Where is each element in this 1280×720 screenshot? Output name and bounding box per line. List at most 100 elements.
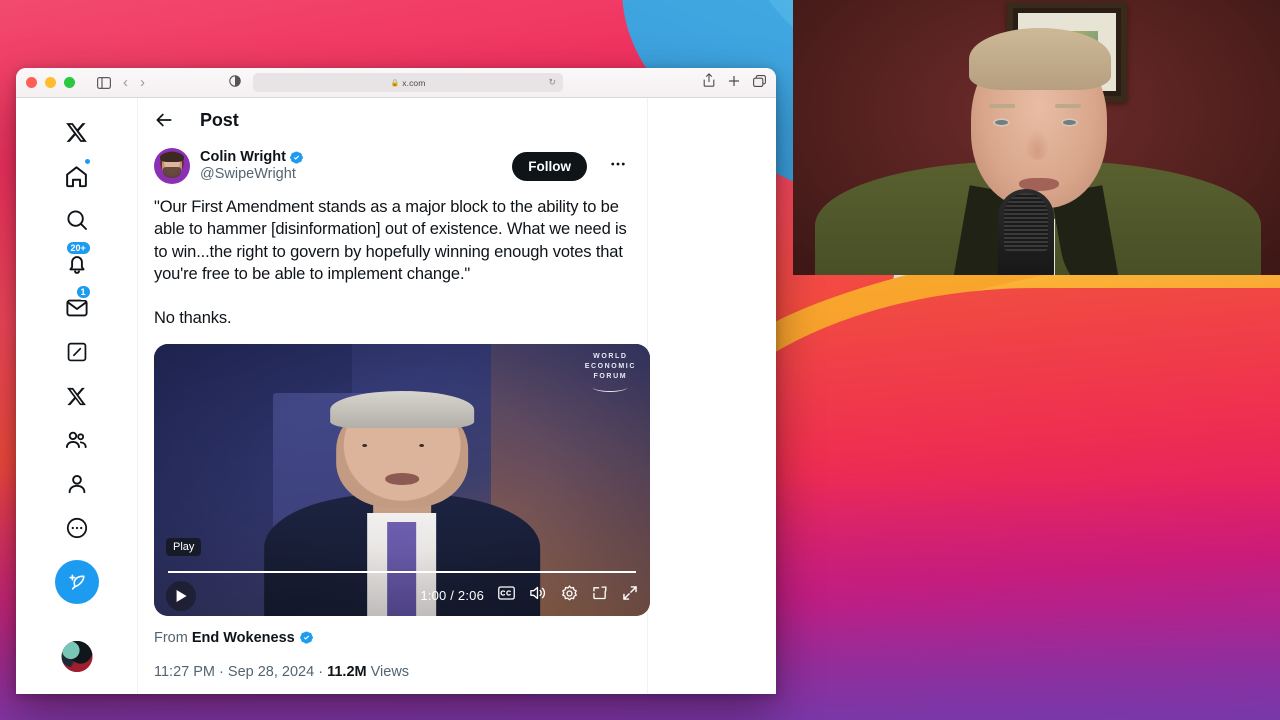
- sidebar-item-home[interactable]: [55, 154, 99, 198]
- play-icon: [176, 589, 187, 602]
- page-title: Post: [200, 109, 239, 130]
- sidebar-item-grok[interactable]: [55, 330, 99, 374]
- fullscreen-icon: [623, 586, 637, 600]
- speaker-eye-left: [993, 118, 1010, 127]
- more-horizontal-icon: [611, 162, 625, 165]
- grok-icon: [67, 342, 86, 362]
- zoom-window-button[interactable]: [64, 77, 75, 88]
- compose-feather-icon: [69, 573, 85, 590]
- views-label: Views: [370, 663, 410, 680]
- settings-gear-icon: [562, 585, 577, 601]
- video-play-button[interactable]: [166, 580, 196, 611]
- avatar-art: [61, 641, 92, 672]
- browser-back-icon[interactable]: ‹: [123, 75, 128, 90]
- sidebar-item-communities[interactable]: [55, 418, 99, 462]
- volume-icon: [530, 586, 546, 600]
- browser-toolbar: ‹ › 🔒 x.com ↻: [16, 68, 776, 98]
- post-more-button[interactable]: [605, 151, 631, 182]
- from-verified-badge-icon: [299, 631, 313, 644]
- meta-sep-1: ·: [219, 663, 224, 680]
- author-name-row: Colin Wright: [200, 149, 304, 166]
- verified-badge-icon: [289, 151, 303, 164]
- wef-line-3: FORUM: [593, 372, 628, 380]
- address-bar[interactable]: 🔒 x.com ↻: [253, 73, 563, 92]
- post-date: Sep 28, 2024: [227, 663, 315, 680]
- x-right-rail: [648, 98, 776, 694]
- author-avatar[interactable]: [154, 148, 190, 184]
- picture-in-picture-icon: [593, 586, 607, 600]
- messages-badge: 1: [74, 284, 92, 301]
- wef-arc-icon: [593, 383, 628, 393]
- sidebar-item-more[interactable]: [55, 506, 99, 550]
- back-button[interactable]: [154, 110, 174, 130]
- home-unread-dot: [83, 158, 91, 165]
- author-handle[interactable]: @SwipeWright: [200, 166, 304, 183]
- sidebar-toggle-icon[interactable]: [97, 76, 111, 89]
- minimize-window-button[interactable]: [45, 77, 56, 88]
- follow-button[interactable]: Follow: [512, 151, 587, 181]
- closed-captions-icon: [498, 586, 515, 600]
- post-metadata: 11:27 PM · Sep 28, 2024 · 11.2M Views: [154, 646, 631, 680]
- post-source-row: From End Wokeness: [154, 616, 631, 646]
- speaker-brow-left: [989, 104, 1015, 108]
- new-tab-icon[interactable]: [728, 74, 740, 92]
- wef-line-2: ECONOMIC: [584, 362, 636, 370]
- post-author-row: Colin Wright @SwipeWright Follow: [154, 142, 631, 186]
- video-controls: 1:00 / 2:06: [154, 576, 650, 616]
- sidebar-item-notifications[interactable]: 20+: [55, 240, 99, 286]
- post-column: Post Colin Wright @SwipeWright Follow "O…: [138, 98, 650, 694]
- author-display-name[interactable]: Colin Wright: [200, 149, 286, 166]
- browser-forward-icon[interactable]: ›: [140, 75, 145, 90]
- reload-icon[interactable]: ↻: [548, 77, 556, 88]
- sidebar-item-profile[interactable]: [55, 462, 99, 506]
- wef-watermark: WORLD ECONOMIC FORUM: [584, 352, 636, 393]
- communities-icon: [65, 431, 87, 448]
- close-window-button[interactable]: [26, 77, 37, 88]
- post-time: 11:27 PM: [154, 663, 215, 680]
- account-avatar[interactable]: [61, 641, 92, 672]
- video-captions-button[interactable]: [498, 586, 515, 605]
- speaker-eye-right: [1061, 118, 1078, 127]
- microphone-mesh: [1004, 193, 1048, 251]
- avatar-beard: [163, 166, 181, 179]
- sidebar-item-x-logo[interactable]: [55, 110, 99, 154]
- microphone: [998, 189, 1054, 275]
- from-account-name[interactable]: End Wokeness: [192, 630, 295, 646]
- lock-icon: 🔒: [390, 79, 400, 87]
- post-video-player[interactable]: WORLD ECONOMIC FORUM Play 1:00 / 2:06: [154, 343, 650, 616]
- x-sidebar-nav: 20+ 1: [16, 98, 138, 694]
- x-premium-icon: [67, 387, 86, 405]
- back-arrow-icon: [156, 113, 172, 127]
- search-icon: [66, 210, 87, 230]
- speaker-brow-right: [1055, 104, 1081, 108]
- webcam-overlay: [793, 0, 1280, 275]
- sidebar-item-premium[interactable]: [55, 374, 99, 418]
- post-body: Colin Wright @SwipeWright Follow "Our Fi…: [138, 142, 650, 694]
- tab-overview-icon[interactable]: [753, 74, 766, 92]
- window-traffic-lights[interactable]: [26, 77, 75, 88]
- video-settings-button[interactable]: [561, 585, 578, 607]
- post-header: Post: [138, 98, 647, 142]
- post-text: "Our First Amendment stands as a major b…: [154, 198, 627, 328]
- sidebar-item-explore[interactable]: [55, 198, 99, 242]
- x-logo-icon: [66, 122, 87, 142]
- page-settings-icon[interactable]: [229, 74, 241, 92]
- profile-icon: [68, 474, 85, 494]
- play-tooltip: Play: [166, 537, 202, 556]
- sidebar-item-messages[interactable]: 1: [55, 284, 99, 330]
- meta-sep-2: ·: [318, 663, 324, 680]
- speaker-hair: [969, 28, 1111, 90]
- compose-post-button[interactable]: [54, 560, 99, 604]
- views-count: 11.2M: [327, 663, 367, 680]
- video-fullscreen-button[interactable]: [622, 585, 638, 606]
- video-progress-fill: [168, 570, 636, 573]
- share-icon[interactable]: [703, 73, 715, 92]
- wef-line-1: WORLD: [593, 352, 628, 360]
- avatar-hair: [160, 151, 184, 163]
- video-volume-button[interactable]: [529, 585, 547, 606]
- video-pip-button[interactable]: [592, 585, 608, 606]
- from-prefix: From: [154, 629, 188, 646]
- url-text: x.com: [402, 77, 426, 88]
- video-progress-bar[interactable]: [168, 570, 636, 573]
- speaker-nose: [1025, 130, 1049, 160]
